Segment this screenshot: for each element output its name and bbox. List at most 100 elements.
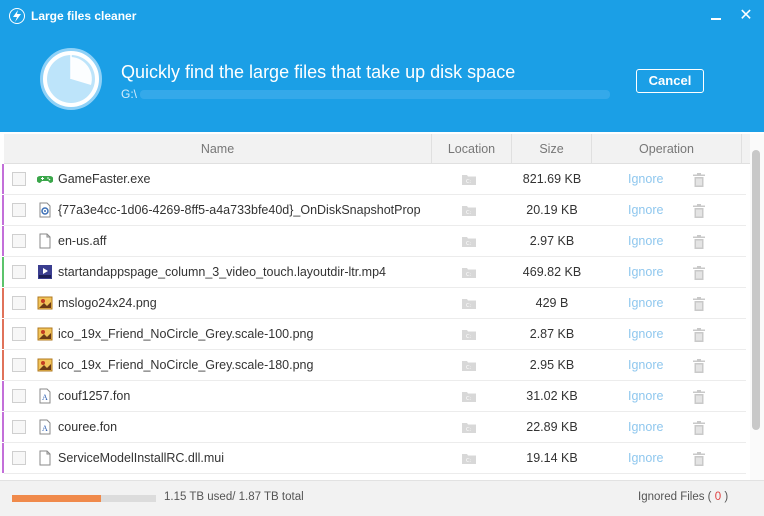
file-type-stripe: [2, 443, 4, 473]
table-row[interactable]: GameFaster.exe C: 821.69 KB Ignore: [2, 164, 746, 195]
trash-icon[interactable]: [693, 390, 705, 404]
video-file-icon: [37, 264, 53, 280]
minimize-button[interactable]: [706, 6, 726, 26]
row-checkbox[interactable]: [12, 327, 26, 341]
total-label: total: [281, 491, 304, 503]
file-size: 31.02 KB: [526, 389, 578, 403]
folder-location-icon[interactable]: C:: [462, 267, 476, 278]
minimize-icon: [711, 18, 721, 20]
file-size: 2.87 KB: [529, 327, 575, 341]
ignore-link[interactable]: Ignore: [628, 389, 663, 403]
settings-file-icon: [37, 202, 53, 218]
row-checkbox[interactable]: [12, 451, 26, 465]
folder-location-icon[interactable]: C:: [462, 329, 476, 340]
ignore-link[interactable]: Ignore: [628, 234, 663, 248]
folder-location-icon[interactable]: C:: [462, 205, 476, 216]
row-checkbox[interactable]: [12, 203, 26, 217]
trash-icon[interactable]: [693, 173, 705, 187]
close-icon: ✕: [739, 7, 753, 24]
table-header: Name Location Size Operation: [4, 134, 750, 164]
table-row[interactable]: ico_19x_Friend_NoCircle_Grey.scale-180.p…: [2, 350, 746, 381]
close-button[interactable]: ✕: [736, 6, 756, 26]
svg-text:C:: C:: [466, 365, 471, 371]
ignore-link[interactable]: Ignore: [628, 358, 663, 372]
ignore-link[interactable]: Ignore: [628, 203, 663, 217]
table-row[interactable]: ServiceModelInstallRC.dll.mui C: 19.14 KB I…: [2, 443, 746, 474]
table-row[interactable]: Acouree.fon C: 22.89 KB Ignore: [2, 412, 746, 443]
table-row[interactable]: Acouf1257.fon C: 31.02 KB Ignore: [2, 381, 746, 412]
file-type-stripe: [2, 412, 4, 442]
table-row[interactable]: mslogo24x24.png C: 429 B Ignore: [2, 288, 746, 319]
column-name[interactable]: Name: [4, 134, 432, 164]
table-row[interactable]: ico_19x_Friend_NoCircle_Grey.scale-100.p…: [2, 319, 746, 350]
ignore-link[interactable]: Ignore: [628, 451, 663, 465]
ignored-files-link[interactable]: Ignored Files ( 0 ): [638, 491, 728, 503]
file-name: startandappspage_column_3_video_touch.la…: [58, 265, 386, 279]
folder-location-icon[interactable]: C:: [462, 360, 476, 371]
status-footer: 1.15 TB used/ 1.87 TB total Ignored File…: [0, 480, 764, 516]
cancel-button[interactable]: Cancel: [636, 69, 704, 93]
file-type-stripe: [2, 226, 4, 256]
window-title: Large files cleaner: [31, 9, 137, 23]
trash-icon[interactable]: [693, 452, 705, 466]
table-row[interactable]: startandappspage_column_3_video_touch.la…: [2, 257, 746, 288]
title-bar: Large files cleaner ✕: [0, 0, 764, 32]
trash-icon[interactable]: [693, 235, 705, 249]
folder-location-icon[interactable]: C:: [462, 391, 476, 402]
trash-icon[interactable]: [693, 204, 705, 218]
folder-location-icon[interactable]: C:: [462, 453, 476, 464]
row-checkbox[interactable]: [12, 389, 26, 403]
row-checkbox[interactable]: [12, 265, 26, 279]
scrollbar-thumb[interactable]: [752, 150, 760, 430]
ignore-link[interactable]: Ignore: [628, 172, 663, 186]
file-name: {77a3e4cc-1d06-4269-8ff5-a4a733bfe40d}_O…: [58, 203, 421, 217]
column-location[interactable]: Location: [432, 134, 512, 164]
file-name: couf1257.fon: [58, 389, 131, 403]
file-size: 821.69 KB: [522, 172, 582, 186]
svg-text:C:: C:: [466, 272, 471, 278]
font-file-icon: A: [37, 388, 53, 404]
svg-text:C:: C:: [466, 303, 471, 309]
row-checkbox[interactable]: [12, 234, 26, 248]
file-name: GameFaster.exe: [58, 172, 151, 186]
ignore-link[interactable]: Ignore: [628, 296, 663, 310]
table-row[interactable]: {77a3e4cc-1d06-4269-8ff5-a4a733bfe40d}_O…: [2, 195, 746, 226]
file-type-stripe: [2, 164, 4, 194]
trash-icon[interactable]: [693, 359, 705, 373]
file-size: 20.19 KB: [526, 203, 578, 217]
row-checkbox[interactable]: [12, 358, 26, 372]
ignore-link[interactable]: Ignore: [628, 265, 663, 279]
file-size: 19.14 KB: [526, 451, 578, 465]
row-checkbox[interactable]: [12, 420, 26, 434]
table-row[interactable]: en-us.aff C: 2.97 KB Ignore: [2, 226, 746, 257]
folder-location-icon[interactable]: C:: [462, 422, 476, 433]
trash-icon[interactable]: [693, 421, 705, 435]
file-size: 2.97 KB: [529, 234, 575, 248]
scan-path-blurred: [140, 90, 610, 99]
row-checkbox[interactable]: [12, 296, 26, 310]
file-name: couree.fon: [58, 420, 118, 434]
scan-header: Quickly find the large files that take u…: [0, 32, 764, 132]
ignored-files-count: 0: [714, 491, 722, 503]
column-size[interactable]: Size: [512, 134, 592, 164]
file-size: 2.95 KB: [529, 358, 575, 372]
trash-icon[interactable]: [693, 297, 705, 311]
used-value: 1.15 TB: [164, 491, 205, 503]
column-operation: Operation: [592, 134, 742, 164]
trash-icon[interactable]: [693, 266, 705, 280]
folder-location-icon[interactable]: C:: [462, 236, 476, 247]
ignore-link[interactable]: Ignore: [628, 327, 663, 341]
folder-location-icon[interactable]: C:: [462, 298, 476, 309]
svg-text:C:: C:: [466, 241, 471, 247]
folder-location-icon[interactable]: C:: [462, 174, 476, 185]
used-label: used/: [207, 491, 236, 503]
row-checkbox[interactable]: [12, 172, 26, 186]
scan-gauge-icon: [40, 48, 102, 110]
svg-text:C:: C:: [466, 427, 471, 433]
trash-icon[interactable]: [693, 328, 705, 342]
font-file-icon: A: [37, 419, 53, 435]
file-name: ico_19x_Friend_NoCircle_Grey.scale-100.p…: [58, 327, 314, 341]
file-type-stripe: [2, 288, 4, 318]
ignore-link[interactable]: Ignore: [628, 420, 663, 434]
blank-file-icon: [37, 233, 53, 249]
